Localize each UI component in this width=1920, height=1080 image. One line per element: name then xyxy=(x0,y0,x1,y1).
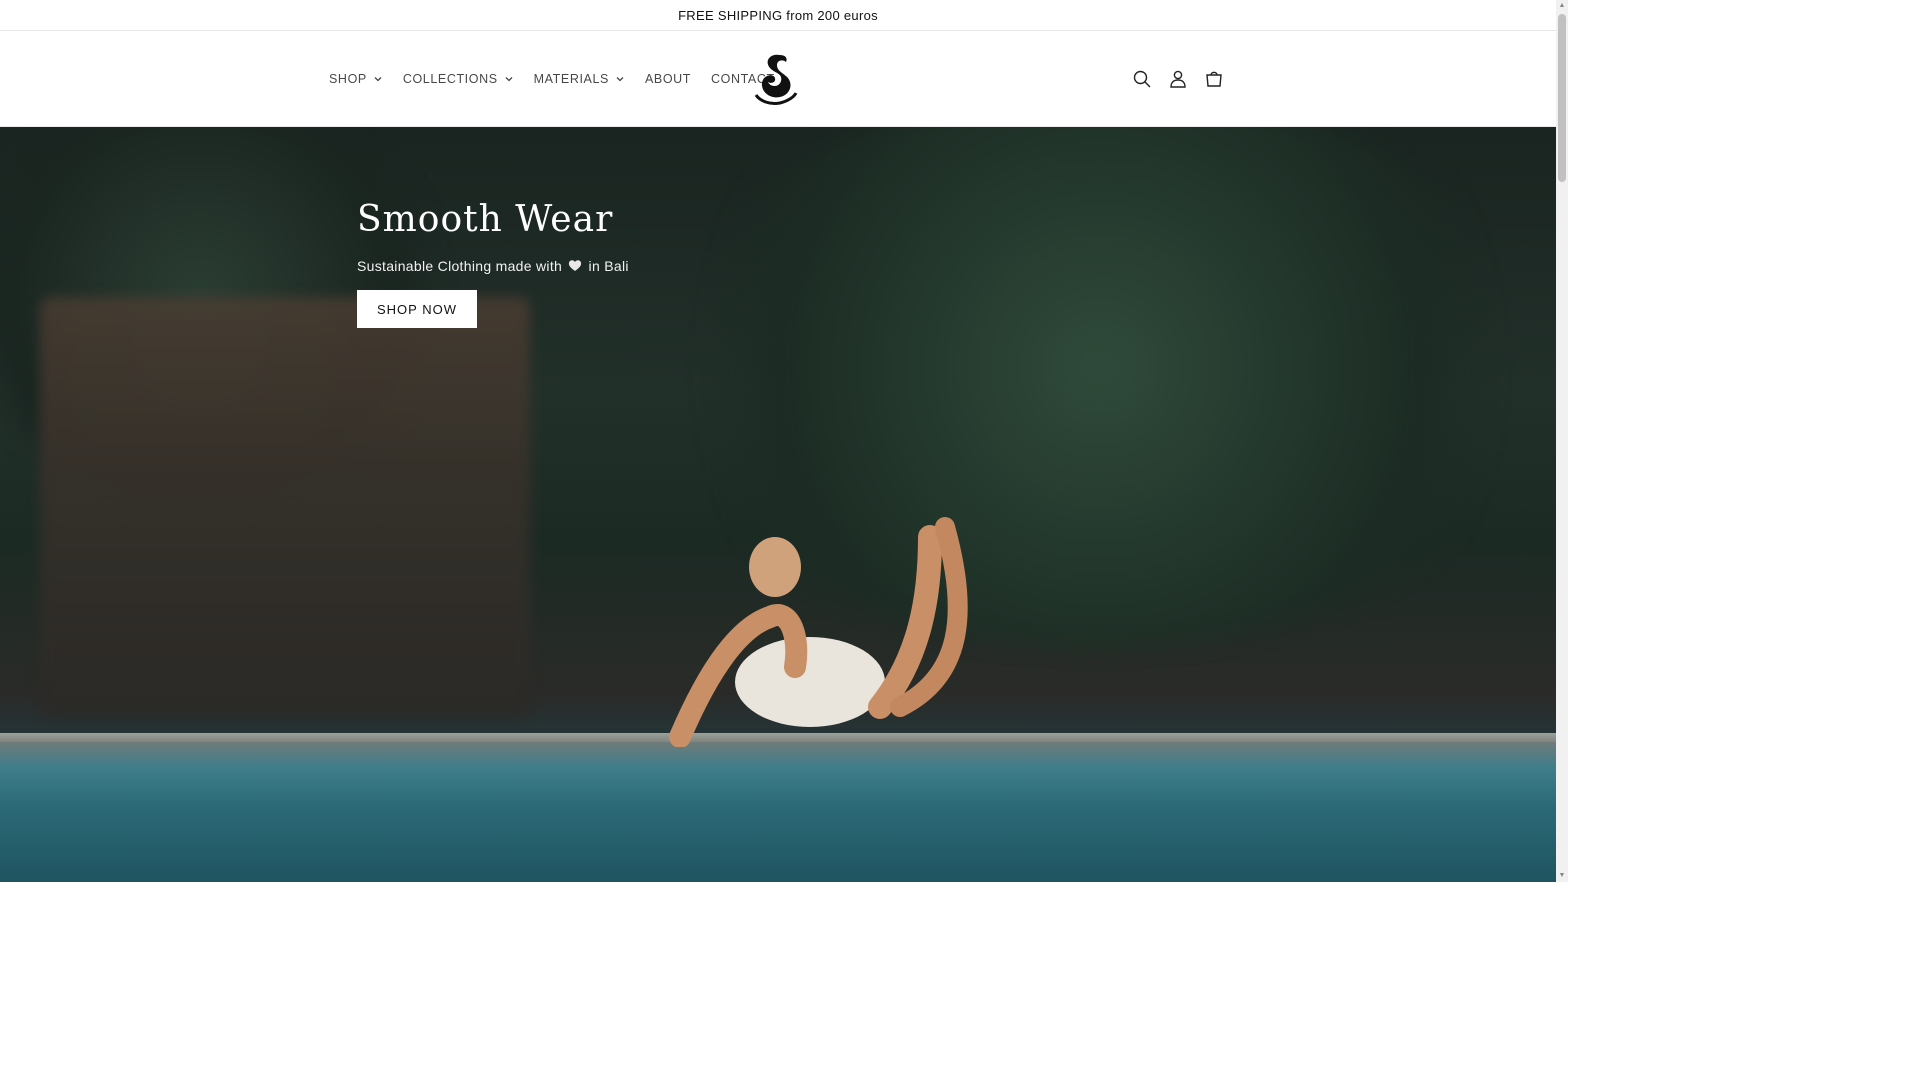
page-scrollbar[interactable]: ▲ ▼ xyxy=(1556,0,1568,882)
account-button[interactable] xyxy=(1166,67,1190,91)
hero-subtitle: Sustainable Clothing made with in Bali xyxy=(357,258,629,274)
nav-materials-label: MATERIALS xyxy=(533,71,609,86)
hero-subtitle-prefix: Sustainable Clothing made with xyxy=(357,258,563,274)
scroll-up-icon[interactable]: ▲ xyxy=(1558,2,1566,10)
nav-shop-label: SHOP xyxy=(329,71,367,86)
brand-logo[interactable] xyxy=(750,51,802,107)
hero-banner: Smooth Wear Sustainable Clothing made wi… xyxy=(0,127,1556,882)
cart-button[interactable] xyxy=(1202,67,1226,91)
hero-gazebo xyxy=(40,297,530,717)
nav-collections-label: COLLECTIONS xyxy=(402,71,498,86)
scrollbar-thumb[interactable] xyxy=(1558,14,1566,182)
hero-subtitle-suffix: in Bali xyxy=(588,258,629,274)
pool-water xyxy=(0,742,1556,882)
nav-shop[interactable]: SHOP xyxy=(319,64,393,94)
yoga-figure xyxy=(669,517,968,747)
nav-collections[interactable]: COLLECTIONS xyxy=(393,64,524,94)
shop-now-button[interactable]: SHOP NOW xyxy=(357,290,477,328)
chevron-down-icon xyxy=(616,76,624,81)
heart-icon xyxy=(569,260,582,271)
main-nav: SHOP COLLECTIONS MATERIALS ABOUT CONTACT xyxy=(319,31,785,126)
scroll-down-icon[interactable]: ▼ xyxy=(1558,872,1566,880)
site-header: SHOP COLLECTIONS MATERIALS ABOUT CONTACT xyxy=(0,31,1556,127)
hero-content: Smooth Wear Sustainable Clothing made wi… xyxy=(357,199,629,328)
nav-about[interactable]: ABOUT xyxy=(635,64,701,94)
nav-materials[interactable]: MATERIALS xyxy=(524,64,635,94)
hero-title: Smooth Wear xyxy=(357,199,614,240)
announcement-text: FREE SHIPPING from 200 euros xyxy=(678,7,878,23)
header-icons xyxy=(1130,31,1226,126)
search-button[interactable] xyxy=(1130,67,1154,91)
nav-about-label: ABOUT xyxy=(644,71,692,86)
chevron-down-icon xyxy=(374,76,382,81)
chevron-down-icon xyxy=(505,76,513,81)
account-icon xyxy=(1170,70,1186,88)
announcement-bar: FREE SHIPPING from 200 euros xyxy=(0,0,1556,31)
cart-icon xyxy=(1206,71,1222,87)
search-icon xyxy=(1133,70,1151,87)
